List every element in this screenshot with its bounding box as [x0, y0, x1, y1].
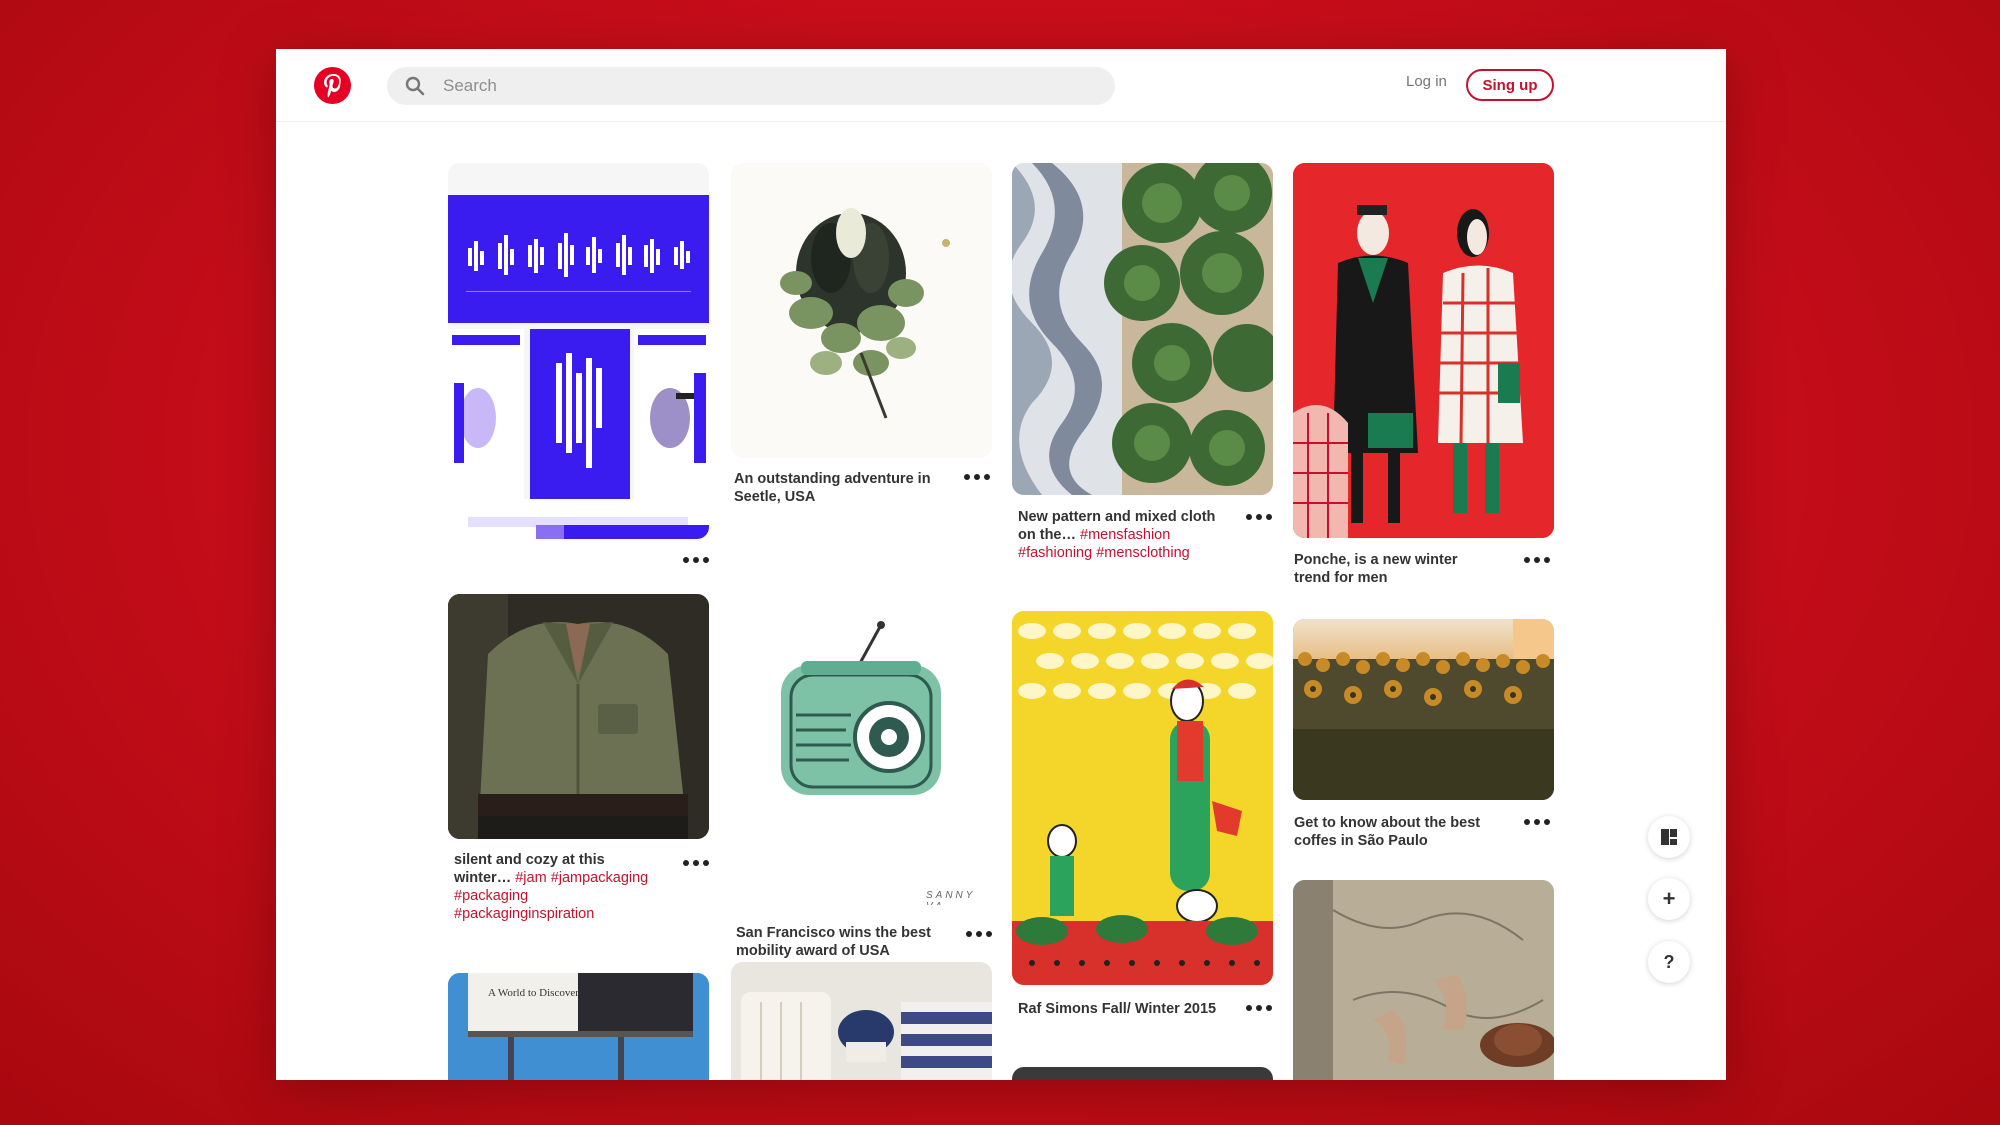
pin-title: Raf Simons Fall/ Winter 2015 [1018, 1001, 1217, 1017]
pin-title: An outstanding adventure in Seetle, USA [734, 471, 931, 505]
search-bar[interactable] [387, 67, 1115, 105]
pin-image-winter-illustration[interactable] [1293, 163, 1554, 538]
browser-window: Log in Sing up [276, 49, 1726, 1080]
pin-image-sunflowers[interactable] [1293, 619, 1554, 800]
pin-more-options-icon[interactable] [683, 858, 709, 868]
pin-image-plant[interactable] [731, 163, 992, 458]
top-navigation-bar: Log in Sing up [276, 49, 1726, 122]
plus-icon: + [1662, 886, 1676, 911]
pin-more-options-icon[interactable] [683, 555, 709, 565]
pin-more-options-icon[interactable] [966, 929, 992, 939]
pin-more-options-icon[interactable] [1246, 1003, 1272, 1013]
pin-image-illustration[interactable] [1012, 611, 1273, 985]
pin-image-partial[interactable] [1012, 1067, 1273, 1080]
pin-image-flatlay[interactable] [731, 962, 992, 1080]
pin-image-map[interactable] [1293, 880, 1554, 1080]
search-input[interactable] [443, 67, 1093, 105]
help-button[interactable]: ? [1648, 941, 1690, 983]
pinterest-logo-icon[interactable] [314, 67, 351, 104]
billboard-text: A World to Discover [488, 987, 579, 999]
signup-button[interactable]: Sing up [1466, 69, 1554, 101]
pin-more-options-icon[interactable] [1246, 512, 1272, 522]
pin-title: Get to know about the best coffes in São… [1294, 815, 1481, 849]
pin-more-options-icon[interactable] [964, 472, 990, 482]
image-watermark: SANNY VA [926, 890, 976, 905]
pin-title: Ponche, is a new winter trend for men [1294, 552, 1458, 586]
pin-more-options-icon[interactable] [1524, 555, 1550, 565]
pin-image-billboard[interactable]: A World to Discover [448, 973, 709, 1080]
pin-title: New pattern and mixed cloth on the… #men… [1018, 509, 1216, 561]
layout-toggle-button[interactable] [1648, 816, 1690, 858]
pin-image-shirt[interactable] [448, 594, 709, 839]
pin-title: San Francisco wins the best mobility awa… [736, 925, 931, 959]
add-pin-button[interactable]: + [1648, 878, 1690, 920]
pin-image-poster[interactable] [448, 163, 709, 539]
pin-image-palms[interactable] [1012, 163, 1273, 495]
question-icon: ? [1663, 951, 1675, 972]
login-link[interactable]: Log in [1406, 73, 1447, 90]
layout-grid-icon [1661, 829, 1677, 845]
pin-more-options-icon[interactable] [1524, 817, 1550, 827]
pin-title: silent and cozy at this winter… #jam #ja… [454, 852, 649, 922]
search-icon [405, 76, 425, 96]
pin-image-radio[interactable]: SANNY VA [731, 605, 992, 905]
